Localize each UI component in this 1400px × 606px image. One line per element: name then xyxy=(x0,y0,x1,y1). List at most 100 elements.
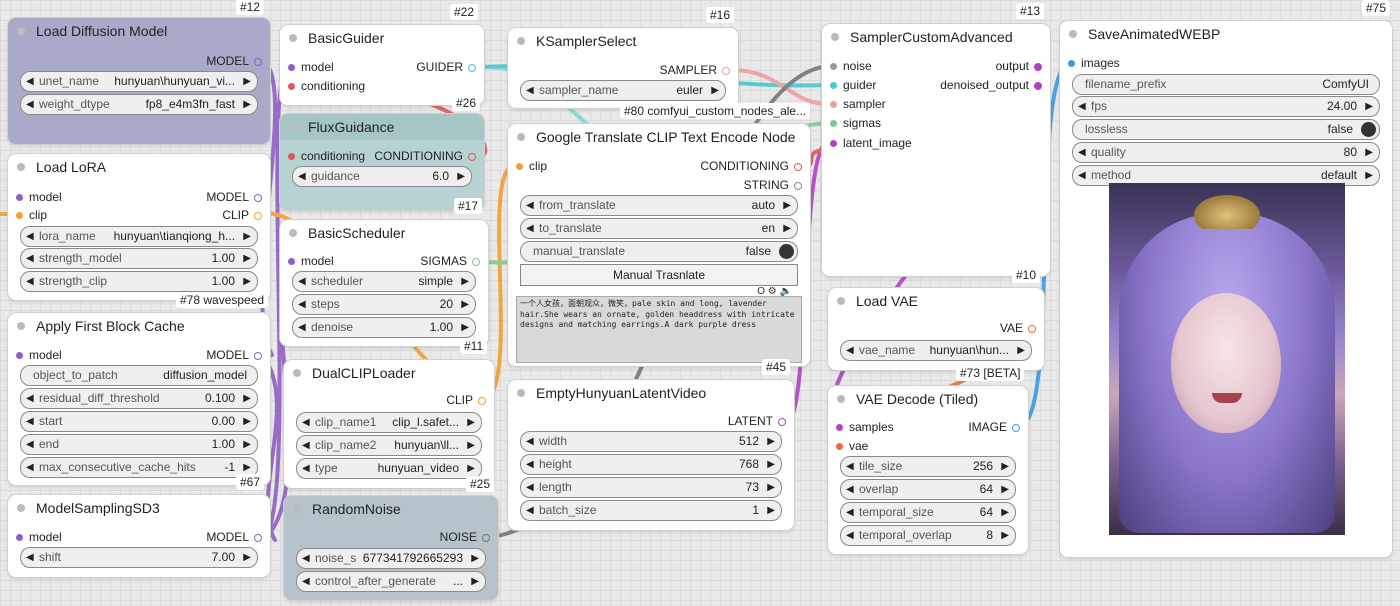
widget-temporal-overlap[interactable]: ◀ temporal_overlap 8 ▶ xyxy=(840,525,1016,546)
output-clip[interactable]: CLIP xyxy=(446,391,486,409)
node-dual-clip-loader[interactable]: DualCLIPLoader CLIP ◀ clip_name1 clip_l.sa… xyxy=(284,360,495,492)
output-model[interactable]: MODEL xyxy=(206,528,262,546)
input-clip[interactable]: clip xyxy=(516,157,547,175)
input-vae[interactable]: vae xyxy=(836,437,868,455)
left-arrow-icon[interactable]: ◀ xyxy=(298,295,306,314)
right-arrow-icon[interactable]: ▶ xyxy=(243,548,251,567)
node-title[interactable]: SamplerCustomAdvanced xyxy=(822,24,1050,50)
node-ksampler-select[interactable]: #16 KSamplerSelect SAMPLER ◀ sampler_name… xyxy=(508,7,738,108)
node-title[interactable]: ModelSamplingSD3 xyxy=(8,495,270,521)
output-image[interactable]: IMAGE xyxy=(968,418,1020,436)
output-guider[interactable]: GUIDER xyxy=(416,58,476,76)
input-model[interactable]: model xyxy=(16,346,62,364)
right-arrow-icon[interactable]: ▶ xyxy=(243,412,251,431)
right-arrow-icon[interactable]: ▶ xyxy=(467,436,475,455)
node-sampler-custom-advanced[interactable]: #13 SamplerCustomAdvanced noise output gu… xyxy=(822,3,1050,276)
right-arrow-icon[interactable]: ▶ xyxy=(783,219,791,238)
widget-strength-clip[interactable]: ◀ strength_clip 1.00 ▶ xyxy=(20,271,258,292)
widget-denoise[interactable]: ◀ denoise 1.00 ▶ xyxy=(292,317,476,338)
node-title[interactable]: RandomNoise xyxy=(284,496,498,522)
collapse-dot[interactable] xyxy=(837,297,845,305)
node-title[interactable]: BasicGuider xyxy=(280,25,484,51)
node-basic-scheduler[interactable]: BasicScheduler model SIGMAS ◀ scheduler sim… xyxy=(280,220,488,354)
widget-strength-model[interactable]: ◀ strength_model 1.00 ▶ xyxy=(20,248,258,269)
left-arrow-icon[interactable]: ◀ xyxy=(302,413,310,432)
left-arrow-icon[interactable]: ◀ xyxy=(526,478,534,497)
input-model[interactable]: model xyxy=(16,528,62,546)
widget-object-to-patch[interactable]: object_to_patch diffusion_model xyxy=(20,365,258,386)
widget-type[interactable]: ◀ type hunyuan_video ▶ xyxy=(296,458,482,479)
widget-quality[interactable]: ◀ quality 80 ▶ xyxy=(1072,142,1380,163)
widget-noise-seed[interactable]: ◀ noise_s 677341792665293 ▶ xyxy=(296,548,486,569)
right-arrow-icon[interactable]: ▶ xyxy=(461,295,469,314)
node-title[interactable]: SaveAnimatedWEBP xyxy=(1060,21,1392,47)
right-arrow-icon[interactable]: ▶ xyxy=(1001,503,1009,522)
right-arrow-icon[interactable]: ▶ xyxy=(767,455,775,474)
widget-end[interactable]: ◀ end 1.00 ▶ xyxy=(20,434,258,455)
collapse-dot[interactable] xyxy=(289,229,297,237)
collapse-dot[interactable] xyxy=(517,133,525,141)
widget-tile-size[interactable]: ◀ tile_size 256 ▶ xyxy=(840,456,1016,477)
left-arrow-icon[interactable]: ◀ xyxy=(26,548,34,567)
collapse-dot[interactable] xyxy=(289,34,297,42)
left-arrow-icon[interactable]: ◀ xyxy=(846,526,854,545)
output-sigmas[interactable]: SIGMAS xyxy=(420,252,480,270)
right-arrow-icon[interactable]: ▶ xyxy=(243,227,251,246)
widget-length[interactable]: ◀ length 73 ▶ xyxy=(520,477,782,498)
node-vae-decode-tiled[interactable]: #73 [BETA] VAE Decode (Tiled) samples IMA… xyxy=(828,365,1028,554)
left-arrow-icon[interactable]: ◀ xyxy=(26,249,34,268)
widget-to-translate[interactable]: ◀ to_translate en ▶ xyxy=(520,218,798,239)
widget-max-consecutive-cache-hits[interactable]: ◀ max_consecutive_cache_hits -1 ▶ xyxy=(20,457,258,478)
node-save-animated-webp[interactable]: #75 SaveAnimatedWEBP images filename_pre… xyxy=(1060,0,1392,557)
collapse-dot[interactable] xyxy=(517,389,525,397)
output-vae[interactable]: VAE xyxy=(1000,319,1036,337)
output-latent[interactable]: LATENT xyxy=(728,412,786,430)
output-model[interactable]: MODEL xyxy=(206,346,262,364)
right-arrow-icon[interactable]: ▶ xyxy=(467,413,475,432)
widget-weight-dtype[interactable]: ◀ weight_dtype fp8_e4m3fn_fast ▶ xyxy=(20,94,258,115)
right-arrow-icon[interactable]: ▶ xyxy=(1365,166,1373,185)
widget-residual-diff-threshold[interactable]: ◀ residual_diff_threshold 0.100 ▶ xyxy=(20,388,258,409)
node-title[interactable]: Load LoRA xyxy=(8,154,270,180)
input-clip[interactable]: clip xyxy=(16,206,47,224)
left-arrow-icon[interactable]: ◀ xyxy=(26,227,34,246)
node-apply-first-block-cache[interactable]: #78 wavespeed Apply First Block Cache mo… xyxy=(8,292,270,485)
node-load-diffusion-model[interactable]: #12 Load Diffusion Model MODEL ◀ unet_nam… xyxy=(8,0,270,144)
right-arrow-icon[interactable]: ▶ xyxy=(767,478,775,497)
input-conditioning[interactable]: conditioning xyxy=(288,77,365,95)
left-arrow-icon[interactable]: ◀ xyxy=(298,272,306,291)
left-arrow-icon[interactable]: ◀ xyxy=(526,196,534,215)
widget-guidance[interactable]: ◀ guidance 6.0 ▶ xyxy=(292,166,472,187)
widget-steps[interactable]: ◀ steps 20 ▶ xyxy=(292,294,476,315)
widget-control-after-generate[interactable]: ◀ control_after_generate... ▶ xyxy=(296,571,486,592)
node-title[interactable]: KSamplerSelect xyxy=(508,28,738,54)
node-title[interactable]: FluxGuidance xyxy=(280,114,484,140)
right-arrow-icon[interactable]: ▶ xyxy=(767,501,775,520)
node-title[interactable]: VAE Decode (Tiled) xyxy=(828,386,1028,412)
node-random-noise[interactable]: RandomNoise NOISE ◀ noise_s 67734179266529… xyxy=(284,496,498,600)
node-google-translate[interactable]: #80 comfyui_custom_nodes_ale... Google T… xyxy=(508,103,811,366)
right-arrow-icon[interactable]: ▶ xyxy=(1001,526,1009,545)
left-arrow-icon[interactable]: ◀ xyxy=(1078,166,1086,185)
right-arrow-icon[interactable]: ▶ xyxy=(457,167,465,186)
input-guider[interactable]: guider xyxy=(830,76,876,94)
widget-clip-name1[interactable]: ◀ clip_name1 clip_l.safet... ▶ xyxy=(296,412,482,433)
left-arrow-icon[interactable]: ◀ xyxy=(1078,143,1086,162)
collapse-dot[interactable] xyxy=(17,163,25,171)
node-load-lora[interactable]: Load LoRA model MODEL clip CLIP ◀ lora_name… xyxy=(8,154,270,300)
left-arrow-icon[interactable]: ◀ xyxy=(302,549,310,568)
widget-from-translate[interactable]: ◀ from_translate auto ▶ xyxy=(520,195,798,216)
left-arrow-icon[interactable]: ◀ xyxy=(26,95,34,114)
collapse-dot[interactable] xyxy=(517,37,525,45)
right-arrow-icon[interactable]: ▶ xyxy=(1365,97,1373,116)
widget-overlap[interactable]: ◀ overlap 64 ▶ xyxy=(840,479,1016,500)
widget-height[interactable]: ◀ height 768 ▶ xyxy=(520,454,782,475)
left-arrow-icon[interactable]: ◀ xyxy=(1078,97,1086,116)
node-title[interactable]: Google Translate CLIP Text Encode Node xyxy=(508,124,810,150)
left-arrow-icon[interactable]: ◀ xyxy=(526,455,534,474)
input-conditioning[interactable]: conditioning xyxy=(288,147,365,165)
collapse-dot[interactable] xyxy=(293,369,301,377)
node-title[interactable]: BasicScheduler xyxy=(280,220,488,246)
node-empty-hunyuan-latent-video[interactable]: #45 EmptyHunyuanLatentVideo LATENT ◀ widt… xyxy=(508,359,794,530)
toggle-knob[interactable] xyxy=(779,244,794,259)
